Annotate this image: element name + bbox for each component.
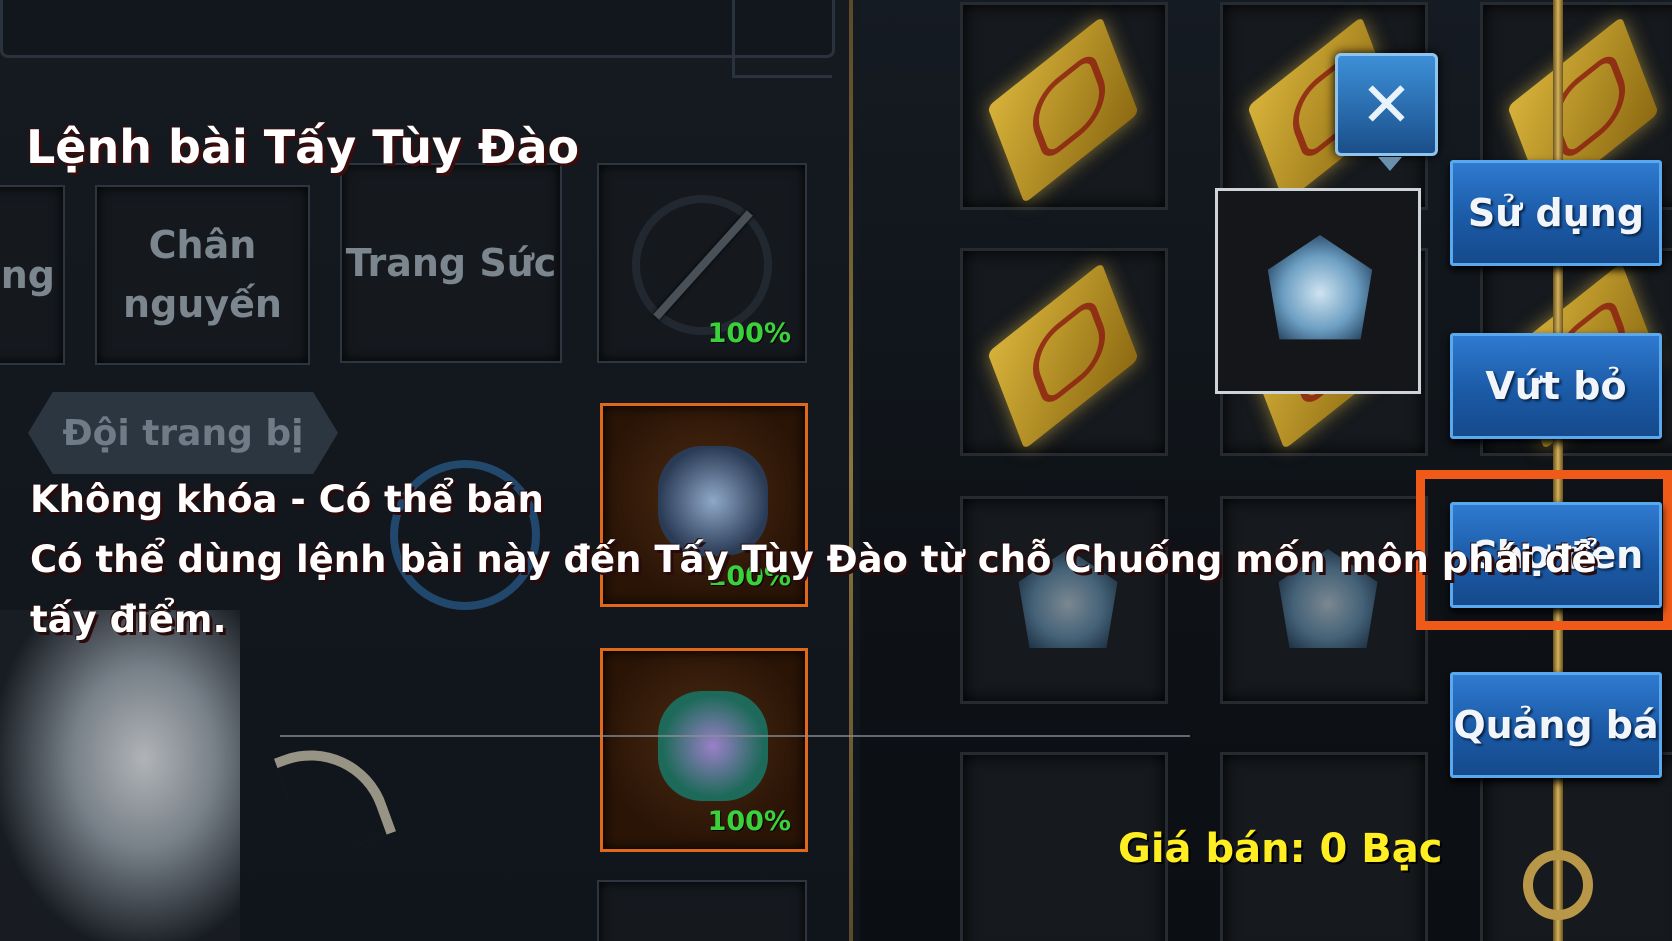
item-title: Lệnh bài Tấy Tùy Đào [26,120,580,174]
pet-turtle-icon [658,691,768,801]
pet-slot-3[interactable] [597,880,807,941]
discard-button-label: Vứt bỏ [1485,364,1627,408]
equip-slot-weapon[interactable]: 100% [597,163,807,363]
equip-slot-trang-suc-label: Trang Sức [345,240,557,285]
inventory-slot[interactable] [960,2,1168,210]
use-button[interactable]: Sử dụng [1450,160,1662,266]
item-lock-status: Không khóa - Có thể bán [30,478,544,521]
equip-slot-chan-nguyen-label: Chân nguyến [97,187,308,363]
promote-button-label: Quảng bá [1453,703,1659,747]
selected-item-slot [1215,188,1421,394]
close-icon: ✕ [1360,67,1413,141]
item-description-line2: tấy điểm. [30,598,227,641]
equip-slot-partial-label: ng [0,252,55,297]
top-frame [0,0,835,58]
tooltip-divider [280,735,1190,737]
gold-ring-decoration [1523,850,1593,920]
mount-character-image [0,610,240,941]
crest-icon [1267,235,1373,340]
chan-nguyen-line1: Chân [148,223,257,268]
inventory-slot[interactable] [960,248,1168,456]
close-button[interactable]: ✕ [1335,53,1438,171]
item-description-line1: Có thể dùng lệnh bài này đến Tấy Tùy Đào… [30,538,1597,581]
item-price: Giá bán: 0 Bạc [1118,826,1443,872]
inventory-slot[interactable] [960,496,1168,704]
inventory-slot[interactable] [1220,496,1428,704]
panel-divider [849,0,853,941]
chan-nguyen-line2: nguyến [123,282,282,326]
pet2-durability: 100% [707,806,791,837]
top-frame-corner [732,0,832,78]
token-card-icon [987,16,1139,204]
team-equipment-tab-label: Đội trang bị [62,412,304,454]
token-card-icon [987,262,1139,450]
team-equipment-tab[interactable]: Đội trang bị [28,392,338,474]
promote-button[interactable]: Quảng bá [1450,672,1662,778]
equip-slot-chan-nguyen[interactable]: Chân nguyến [95,185,310,365]
weapon-durability: 100% [707,318,791,349]
equip-slot-partial[interactable]: ng [0,185,65,365]
pet-slot-2[interactable]: 100% [600,648,808,852]
discard-button[interactable]: Vứt bỏ [1450,333,1662,439]
equip-slot-trang-suc[interactable]: Trang Sức [340,163,562,363]
use-button-label: Sử dụng [1467,191,1645,235]
